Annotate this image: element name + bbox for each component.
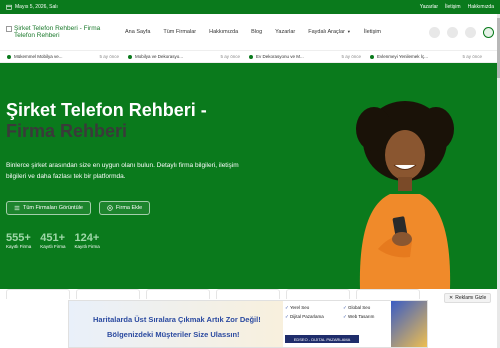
bullet-icon bbox=[370, 54, 374, 59]
ad-background bbox=[69, 301, 283, 347]
nav-all-companies[interactable]: Tüm Firmalar bbox=[163, 29, 196, 35]
top-link-authors[interactable]: Yazarlar bbox=[420, 4, 438, 10]
nav-authors[interactable]: Yazarlar bbox=[275, 29, 295, 35]
site-logo[interactable]: Şirket Telefon Rehberi - Firma Telefon R… bbox=[6, 25, 106, 39]
category-card[interactable] bbox=[6, 289, 70, 299]
ticker-title: Mobilya ve Dekorasyo... bbox=[135, 54, 184, 59]
main-nav: Ana Sayfa Tüm Firmalar Hakkımızda Blog Y… bbox=[125, 29, 381, 35]
stat-item: 124+ Kayıtlı Firma bbox=[75, 232, 100, 249]
top-link-contact[interactable]: İletişim bbox=[445, 4, 461, 10]
site-header: Şirket Telefon Rehberi - Firma Telefon R… bbox=[0, 14, 500, 50]
ad-feature: Dijital Pazarlama bbox=[285, 314, 337, 320]
hide-ad-label: Reklamı Gizle bbox=[455, 295, 487, 301]
nav-tools-label: Faydalı Araçlar bbox=[308, 29, 345, 35]
ticker-title: Mükemmel Mobilya ve... bbox=[14, 54, 63, 59]
category-card[interactable] bbox=[356, 289, 420, 299]
hero-title: Şirket Telefon Rehberi - Firma Rehberi bbox=[6, 100, 236, 142]
top-bar: Mayıs 5, 2026, Salı Yazarlar İletişim Ha… bbox=[0, 0, 500, 14]
hero-title-line2: Firma Rehberi bbox=[6, 121, 128, 141]
logo-text: Şirket Telefon Rehberi - Firma Telefon R… bbox=[14, 25, 101, 39]
ticker-item[interactable]: Ev Dekorasyonu ve M... 5 ay önce bbox=[246, 54, 367, 59]
stat-label: Kayıtlı Firma bbox=[40, 244, 66, 249]
ad-feature: Yerel Seo bbox=[285, 305, 337, 311]
bullet-icon bbox=[128, 54, 132, 59]
ticker-time: 5 ay önce bbox=[341, 54, 361, 59]
ticker-item[interactable]: Evlenmeyi Yenilemek İç... 5 ay önce bbox=[367, 54, 488, 59]
search-icon[interactable] bbox=[429, 26, 440, 38]
nav-blog[interactable]: Blog bbox=[251, 29, 262, 35]
category-cards-row bbox=[0, 289, 500, 299]
date-display: Mayıs 5, 2026, Salı bbox=[6, 4, 58, 10]
bullet-icon bbox=[249, 54, 253, 59]
nav-home[interactable]: Ana Sayfa bbox=[125, 29, 150, 35]
ad-headline: Haritalarda Üst Sıralara Çıkmak Artık Zo… bbox=[93, 315, 261, 324]
user-icon[interactable] bbox=[465, 26, 476, 38]
calendar-icon bbox=[6, 4, 12, 10]
ticker-item[interactable]: Mükemmel Mobilya ve... 5 ay önce bbox=[4, 54, 125, 59]
stat-label: Kayıtlı Firma bbox=[6, 244, 32, 249]
close-icon: ✕ bbox=[449, 295, 454, 301]
ticker-time: 5 ay önce bbox=[462, 54, 482, 59]
ticker-title: Evlenmeyi Yenilemek İç... bbox=[377, 54, 429, 59]
theme-toggle-icon[interactable] bbox=[447, 26, 458, 38]
date-text: Mayıs 5, 2026, Salı bbox=[15, 4, 58, 10]
hide-ad-button[interactable]: ✕ Reklamı Gizle bbox=[444, 293, 492, 303]
hero-section: Şirket Telefon Rehberi - Firma Rehberi B… bbox=[0, 63, 500, 289]
category-card[interactable] bbox=[216, 289, 280, 299]
ticker-item[interactable]: Mobilya ve Dekorasyo... 5 ay önce bbox=[125, 54, 246, 59]
category-card[interactable] bbox=[76, 289, 140, 299]
nav-about[interactable]: Hakkımızda bbox=[209, 29, 238, 35]
category-card[interactable] bbox=[286, 289, 350, 299]
stat-item: 555+ Kayıtlı Firma bbox=[6, 232, 31, 249]
ad-feature: Global Seo bbox=[343, 305, 395, 311]
add-company-label: Firma Ekle bbox=[115, 205, 143, 211]
ad-brand-label: EDSEO - DIJITAL PAZARLAMA bbox=[285, 335, 359, 343]
nav-tools[interactable]: Faydalı Araçlar ▼ bbox=[308, 29, 351, 35]
ticker-title: Ev Dekorasyonu ve M... bbox=[256, 54, 304, 59]
hero-description: Binlerce şirket arasından size en uygun … bbox=[6, 162, 239, 180]
view-all-companies-button[interactable]: Tüm Firmaları Görüntüle bbox=[6, 201, 91, 215]
ad-features: Yerel Seo Global Seo Dijital Pazarlama W… bbox=[285, 305, 395, 320]
list-icon bbox=[14, 205, 20, 211]
stat-number: 124+ bbox=[74, 232, 100, 244]
ad-subheadline: Bölgenizdeki Müşteriler Size Ulassın! bbox=[107, 330, 240, 339]
category-card[interactable] bbox=[146, 289, 210, 299]
hero-title-line1: Şirket Telefon Rehberi - bbox=[6, 100, 207, 120]
advertisement-banner[interactable]: Haritalarda Üst Sıralara Çıkmak Artık Zo… bbox=[68, 300, 428, 348]
chevron-down-icon: ▼ bbox=[346, 29, 351, 34]
settings-icon[interactable] bbox=[483, 26, 494, 38]
stat-number: 555+ bbox=[6, 232, 31, 244]
ad-feature: Web Tasarım bbox=[343, 314, 395, 320]
nav-contact[interactable]: İletişim bbox=[364, 29, 381, 35]
bullet-icon bbox=[7, 54, 11, 59]
broken-image-icon bbox=[6, 26, 12, 32]
view-all-label: Tüm Firmaları Görüntüle bbox=[23, 205, 83, 211]
stats-row: 555+ Kayıtlı Firma 451+ Kayıtlı Firma 12… bbox=[6, 232, 100, 249]
ticker-time: 5 ay önce bbox=[99, 54, 119, 59]
news-ticker: Mükemmel Mobilya ve... 5 ay önce Mobilya… bbox=[0, 50, 500, 63]
stat-number: 451+ bbox=[40, 232, 66, 244]
plus-circle-icon bbox=[107, 205, 113, 211]
stat-item: 451+ Kayıtlı Firma bbox=[40, 232, 65, 249]
hero-woman-illustration bbox=[356, 101, 454, 289]
ticker-time: 5 ay önce bbox=[220, 54, 240, 59]
ad-decoration bbox=[391, 301, 427, 347]
stat-label: Kayıtlı Firma bbox=[74, 244, 100, 249]
top-link-about[interactable]: Hakkımızda bbox=[468, 4, 494, 10]
add-company-button[interactable]: Firma Ekle bbox=[98, 201, 151, 215]
